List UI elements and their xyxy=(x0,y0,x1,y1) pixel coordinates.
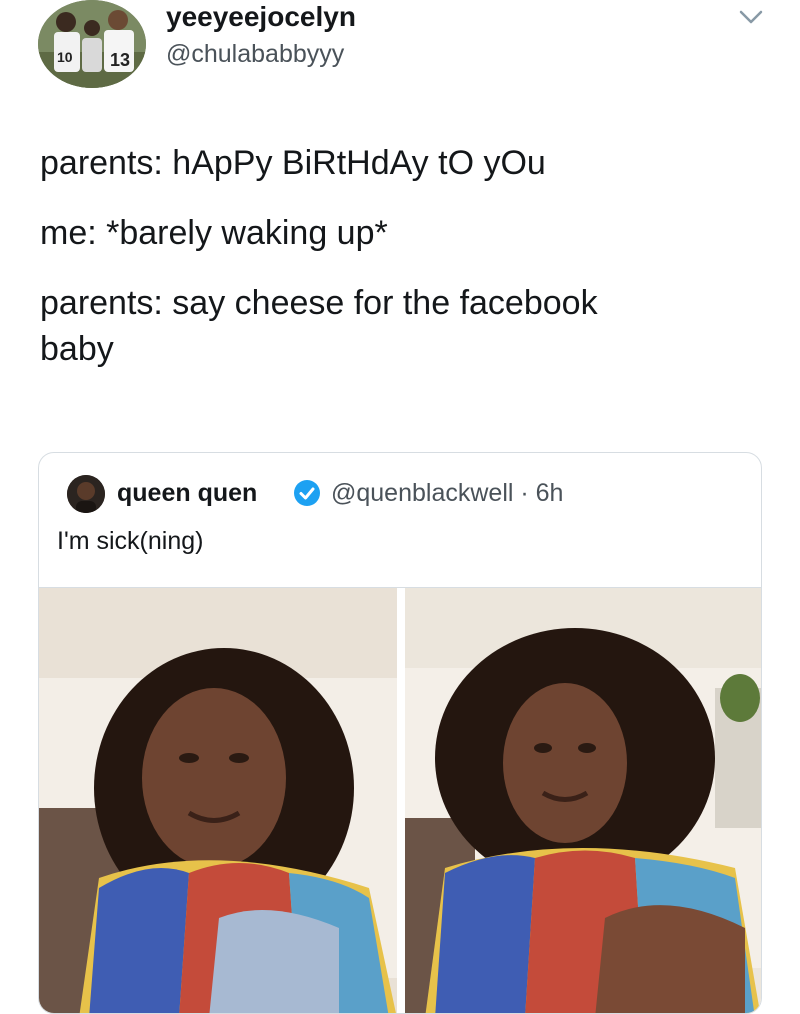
selfie-image-1 xyxy=(39,588,397,1013)
quoted-author-handle-time[interactable]: @quenblackwell · 6h xyxy=(331,477,563,509)
tweet-line: parents: hApPy BiRtHdAy tO yOu xyxy=(40,144,546,182)
svg-text:13: 13 xyxy=(110,50,130,70)
tweet-body: parents: hApPy BiRtHdAy tO yOu me: *bare… xyxy=(40,140,760,372)
tweet-line: me: *barely waking up* xyxy=(40,214,388,252)
quoted-author-name[interactable]: queen quen xyxy=(117,477,257,509)
selfie-photo-1[interactable] xyxy=(39,588,397,1013)
author-handle[interactable]: @chulababbyyy xyxy=(166,38,344,70)
selfie-photo-2[interactable] xyxy=(405,588,761,1013)
tweet-line: parents: say cheese for the facebook xyxy=(40,284,598,322)
author-display-name[interactable]: yeeyeejocelyn xyxy=(166,0,356,34)
tweet-header: 10 13 yeeyeejocelyn @chulababbyyy xyxy=(0,0,800,100)
person-avatar-icon xyxy=(67,475,105,513)
quoted-tweet-photos xyxy=(39,587,761,1013)
selfie-image-2 xyxy=(405,588,761,1013)
verified-badge-icon xyxy=(294,480,320,506)
quoted-author-avatar[interactable] xyxy=(67,475,105,513)
author-avatar[interactable]: 10 13 xyxy=(38,0,146,88)
quoted-tweet-card[interactable]: queen quen @quenblackwell · 6h I'm sick(… xyxy=(38,452,762,1014)
chevron-down-icon[interactable] xyxy=(738,4,764,30)
svg-text:10: 10 xyxy=(57,49,73,65)
quoted-tweet-text: I'm sick(ning) xyxy=(57,527,204,555)
group-photo-avatar-icon: 10 13 xyxy=(38,0,146,88)
tweet-line: baby xyxy=(40,330,114,368)
